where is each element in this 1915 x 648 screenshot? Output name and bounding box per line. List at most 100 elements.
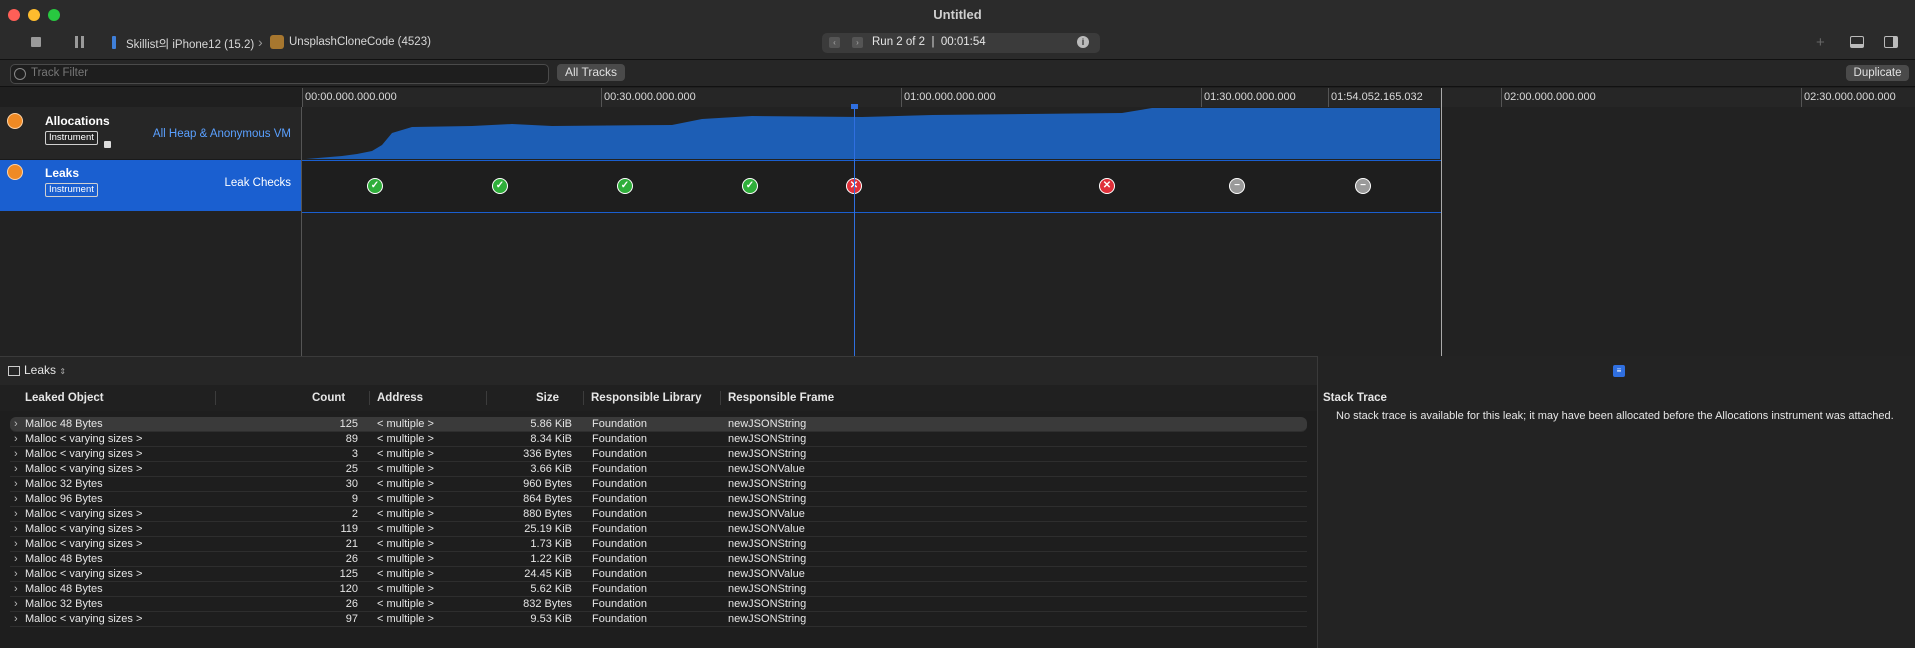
column-responsible-frame[interactable]: Responsible Frame — [728, 392, 834, 404]
table-row[interactable]: › Malloc 32 Bytes 26 < multiple > 832 Bytes F… — [10, 597, 1307, 612]
table-row[interactable]: › Malloc 48 Bytes 125 < multiple > 5.86 KiB F… — [10, 417, 1307, 432]
track-detail[interactable]: Leak Checks — [225, 177, 291, 189]
disclosure-chevron-icon[interactable]: › — [14, 447, 18, 461]
leak-check-fail-icon[interactable]: ✕ — [1099, 178, 1115, 194]
cell-count: 125 — [339, 418, 358, 430]
leak-check-pass-icon[interactable]: ✓ — [492, 178, 508, 194]
cell-address: < multiple > — [377, 493, 434, 505]
cell-size: 5.62 KiB — [530, 583, 572, 595]
disclosure-chevron-icon[interactable]: › — [14, 462, 18, 476]
device-label[interactable]: Skillist의 iPhone12 (15.2) — [126, 36, 254, 52]
cell-count: 2 — [351, 508, 358, 520]
disclosure-chevron-icon[interactable]: › — [14, 417, 18, 431]
cell-responsible-frame: newJSONString — [728, 598, 807, 610]
table-row[interactable]: › Malloc < varying sizes > 119 < multiple >… — [10, 522, 1307, 537]
cell-address: < multiple > — [377, 568, 434, 580]
table-row[interactable]: › Malloc 32 Bytes 30 < multiple > 960 Bytes F… — [10, 477, 1307, 492]
info-icon[interactable]: i — [1077, 36, 1089, 48]
cell-responsible-library: Foundation — [592, 553, 648, 565]
playhead-line[interactable] — [854, 107, 855, 356]
cell-count: 26 — [345, 553, 358, 565]
table-row[interactable]: › Malloc < varying sizes > 3 < multiple > 33… — [10, 447, 1307, 462]
cell-count: 25 — [345, 463, 358, 475]
table-row[interactable]: › Malloc < varying sizes > 21 < multiple > 1… — [10, 537, 1307, 552]
cell-address: < multiple > — [377, 433, 434, 445]
cell-responsible-frame: newJSONValue — [728, 463, 805, 475]
next-run-button[interactable]: › — [852, 37, 863, 48]
cell-size: 336 Bytes — [523, 448, 572, 460]
pause-icon[interactable] — [75, 36, 78, 48]
column-address[interactable]: Address — [377, 392, 423, 404]
table-row[interactable]: › Malloc < varying sizes > 2 < multiple > 88… — [10, 507, 1307, 522]
column-separator[interactable] — [486, 391, 487, 405]
previous-run-button[interactable]: ‹ — [829, 37, 840, 48]
disclosure-chevron-icon[interactable]: › — [14, 552, 18, 566]
disclosure-chevron-icon[interactable]: › — [14, 582, 18, 596]
track-filter-field[interactable]: Track Filter — [10, 64, 549, 84]
badge-menu-icon — [104, 141, 111, 148]
no-data-check-icon[interactable]: − — [1355, 178, 1371, 194]
view-selector[interactable]: Leaks ⇕ — [24, 363, 66, 377]
disclosure-chevron-icon[interactable]: › — [14, 597, 18, 611]
cell-responsible-library: Foundation — [592, 493, 648, 505]
disclosure-chevron-icon[interactable]: › — [14, 492, 18, 506]
disclosure-chevron-icon[interactable]: › — [14, 567, 18, 581]
column-separator[interactable] — [215, 391, 216, 405]
playhead-handle[interactable] — [851, 104, 858, 109]
table-row[interactable]: › Malloc 48 Bytes 120 < multiple > 5.62 KiB F… — [10, 582, 1307, 597]
disclosure-chevron-icon[interactable]: › — [14, 477, 18, 491]
ruler-tick-label: 02:00.000.000.000 — [1504, 91, 1596, 103]
column-leaked-object[interactable]: Leaked Object — [25, 392, 104, 404]
leak-check-pass-icon[interactable]: ✓ — [367, 178, 383, 194]
track-allocations[interactable]: Allocations Instrument All Heap & Anonym… — [0, 107, 301, 160]
table-row[interactable]: › Malloc < varying sizes > 89 < multiple > 8… — [10, 432, 1307, 447]
leak-check-pass-icon[interactable]: ✓ — [617, 178, 633, 194]
leak-check-pass-icon[interactable]: ✓ — [742, 178, 758, 194]
disclosure-chevron-icon[interactable]: › — [14, 432, 18, 446]
extended-detail-icon[interactable]: ≡ — [1613, 365, 1625, 377]
column-separator[interactable] — [720, 391, 721, 405]
toggle-inspector-icon[interactable] — [1884, 36, 1898, 48]
track-detail[interactable]: All Heap & Anonymous VM — [153, 128, 291, 140]
column-separator[interactable] — [369, 391, 370, 405]
cell-size: 1.73 KiB — [530, 538, 572, 550]
no-data-check-icon[interactable]: − — [1229, 178, 1245, 194]
disclosure-chevron-icon[interactable]: › — [14, 507, 18, 521]
track-leaks[interactable]: Leaks Instrument Leak Checks — [0, 160, 301, 211]
column-separator[interactable] — [583, 391, 584, 405]
cell-responsible-frame: newJSONString — [728, 418, 807, 430]
cell-leaked-object: Malloc 48 Bytes — [25, 418, 103, 430]
cell-address: < multiple > — [377, 448, 434, 460]
cell-size: 5.86 KiB — [530, 418, 572, 430]
instrument-badge[interactable]: Instrument — [45, 131, 98, 145]
disclosure-chevron-icon[interactable]: › — [14, 612, 18, 626]
cell-count: 125 — [339, 568, 358, 580]
table-row[interactable]: › Malloc < varying sizes > 125 < multiple >… — [10, 567, 1307, 582]
instrument-badge[interactable]: Instrument — [45, 183, 98, 197]
disclosure-chevron-icon[interactable]: › — [14, 537, 18, 551]
cell-leaked-object: Malloc 32 Bytes — [25, 478, 103, 490]
cell-count: 89 — [345, 433, 358, 445]
duplicate-button[interactable]: Duplicate — [1846, 65, 1909, 81]
cell-responsible-library: Foundation — [592, 433, 648, 445]
disclosure-chevron-icon[interactable]: › — [14, 522, 18, 536]
cell-responsible-library: Foundation — [592, 598, 648, 610]
ruler-tick-label: 00:30.000.000.000 — [604, 91, 696, 103]
toggle-bottom-pane-icon[interactable] — [1850, 36, 1864, 48]
cell-responsible-library: Foundation — [592, 478, 648, 490]
column-responsible-library[interactable]: Responsible Library — [591, 392, 702, 404]
table-row[interactable]: › Malloc < varying sizes > 97 < multiple > 9… — [10, 612, 1307, 627]
add-instrument-icon[interactable]: + — [1816, 34, 1825, 51]
column-count[interactable]: Count — [312, 392, 345, 404]
time-ruler[interactable] — [302, 88, 1915, 108]
table-row[interactable]: › Malloc < varying sizes > 25 < multiple > 3… — [10, 462, 1307, 477]
table-row[interactable]: › Malloc 48 Bytes 26 < multiple > 1.22 KiB Fo… — [10, 552, 1307, 567]
table-icon — [8, 366, 20, 376]
all-tracks-button[interactable]: All Tracks — [557, 64, 625, 81]
cell-size: 880 Bytes — [523, 508, 572, 520]
column-size[interactable]: Size — [536, 392, 559, 404]
table-row[interactable]: › Malloc 96 Bytes 9 < multiple > 864 Bytes Fo… — [10, 492, 1307, 507]
stop-icon[interactable] — [31, 37, 41, 47]
app-label[interactable]: UnsplashCloneCode (4523) — [289, 36, 431, 48]
stack-trace-title: Stack Trace — [1323, 392, 1387, 404]
